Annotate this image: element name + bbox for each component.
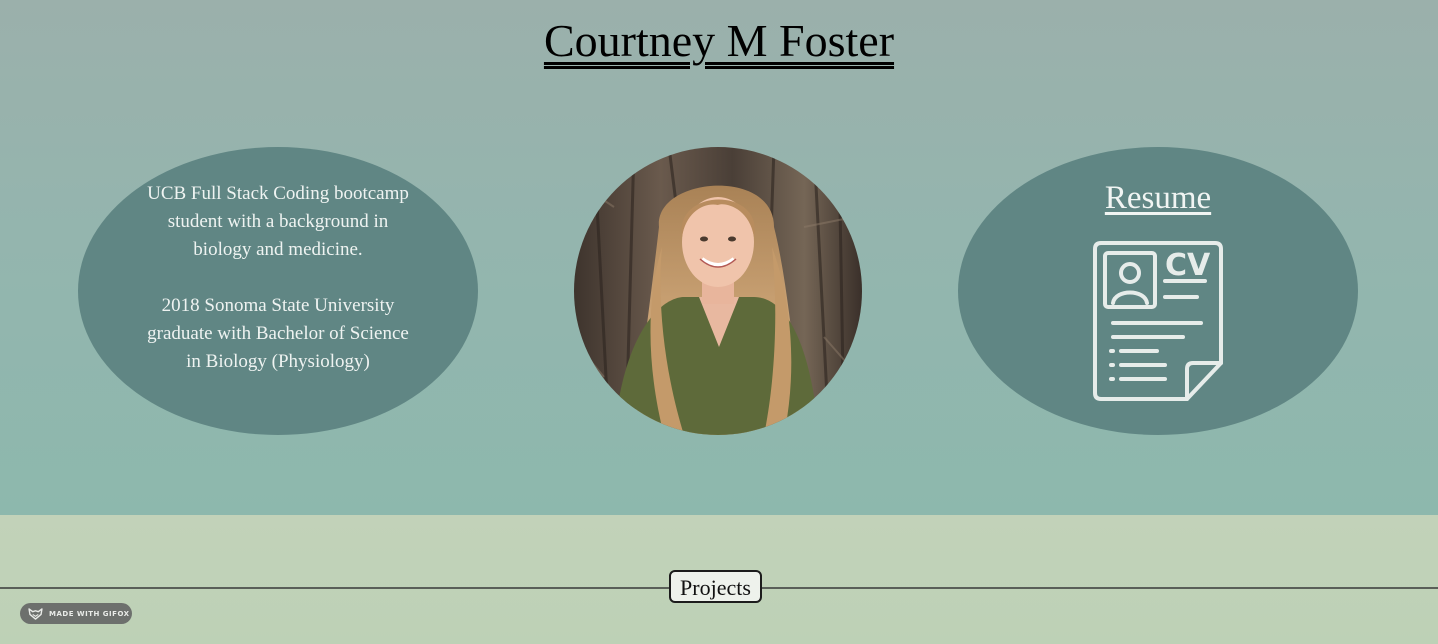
resume-link[interactable]: Resume [958,180,1358,217]
about-paragraph-bootcamp: UCB Full Stack Coding bootcamp student w… [147,183,409,260]
about-text: UCB Full Stack Coding bootcamp student w… [138,180,418,376]
projects-button[interactable]: Projects [669,570,762,603]
profile-photo [574,147,862,435]
name-heading: Courtney M Foster [543,15,895,66]
cv-icon-text: CV [1165,248,1211,283]
projects-section: Projects [0,515,1438,644]
resume-bubble: Resume CV [958,147,1358,435]
about-bubble: UCB Full Stack Coding bootcamp student w… [78,147,478,435]
page-title: Courtney M Foster [0,14,1438,67]
gifox-badge: MADE WITH GIFOX [20,603,132,624]
fox-icon [28,607,43,620]
about-paragraph-education: 2018 Sonoma State University graduate wi… [147,295,409,372]
portfolio-page: Courtney M Foster UCB Full Stack Coding … [0,0,1438,644]
gifox-badge-label: MADE WITH GIFOX [49,609,130,618]
cv-document-icon[interactable]: CV [1093,241,1223,403]
hero-section: Courtney M Foster UCB Full Stack Coding … [0,0,1438,515]
portrait-photo [574,147,862,435]
